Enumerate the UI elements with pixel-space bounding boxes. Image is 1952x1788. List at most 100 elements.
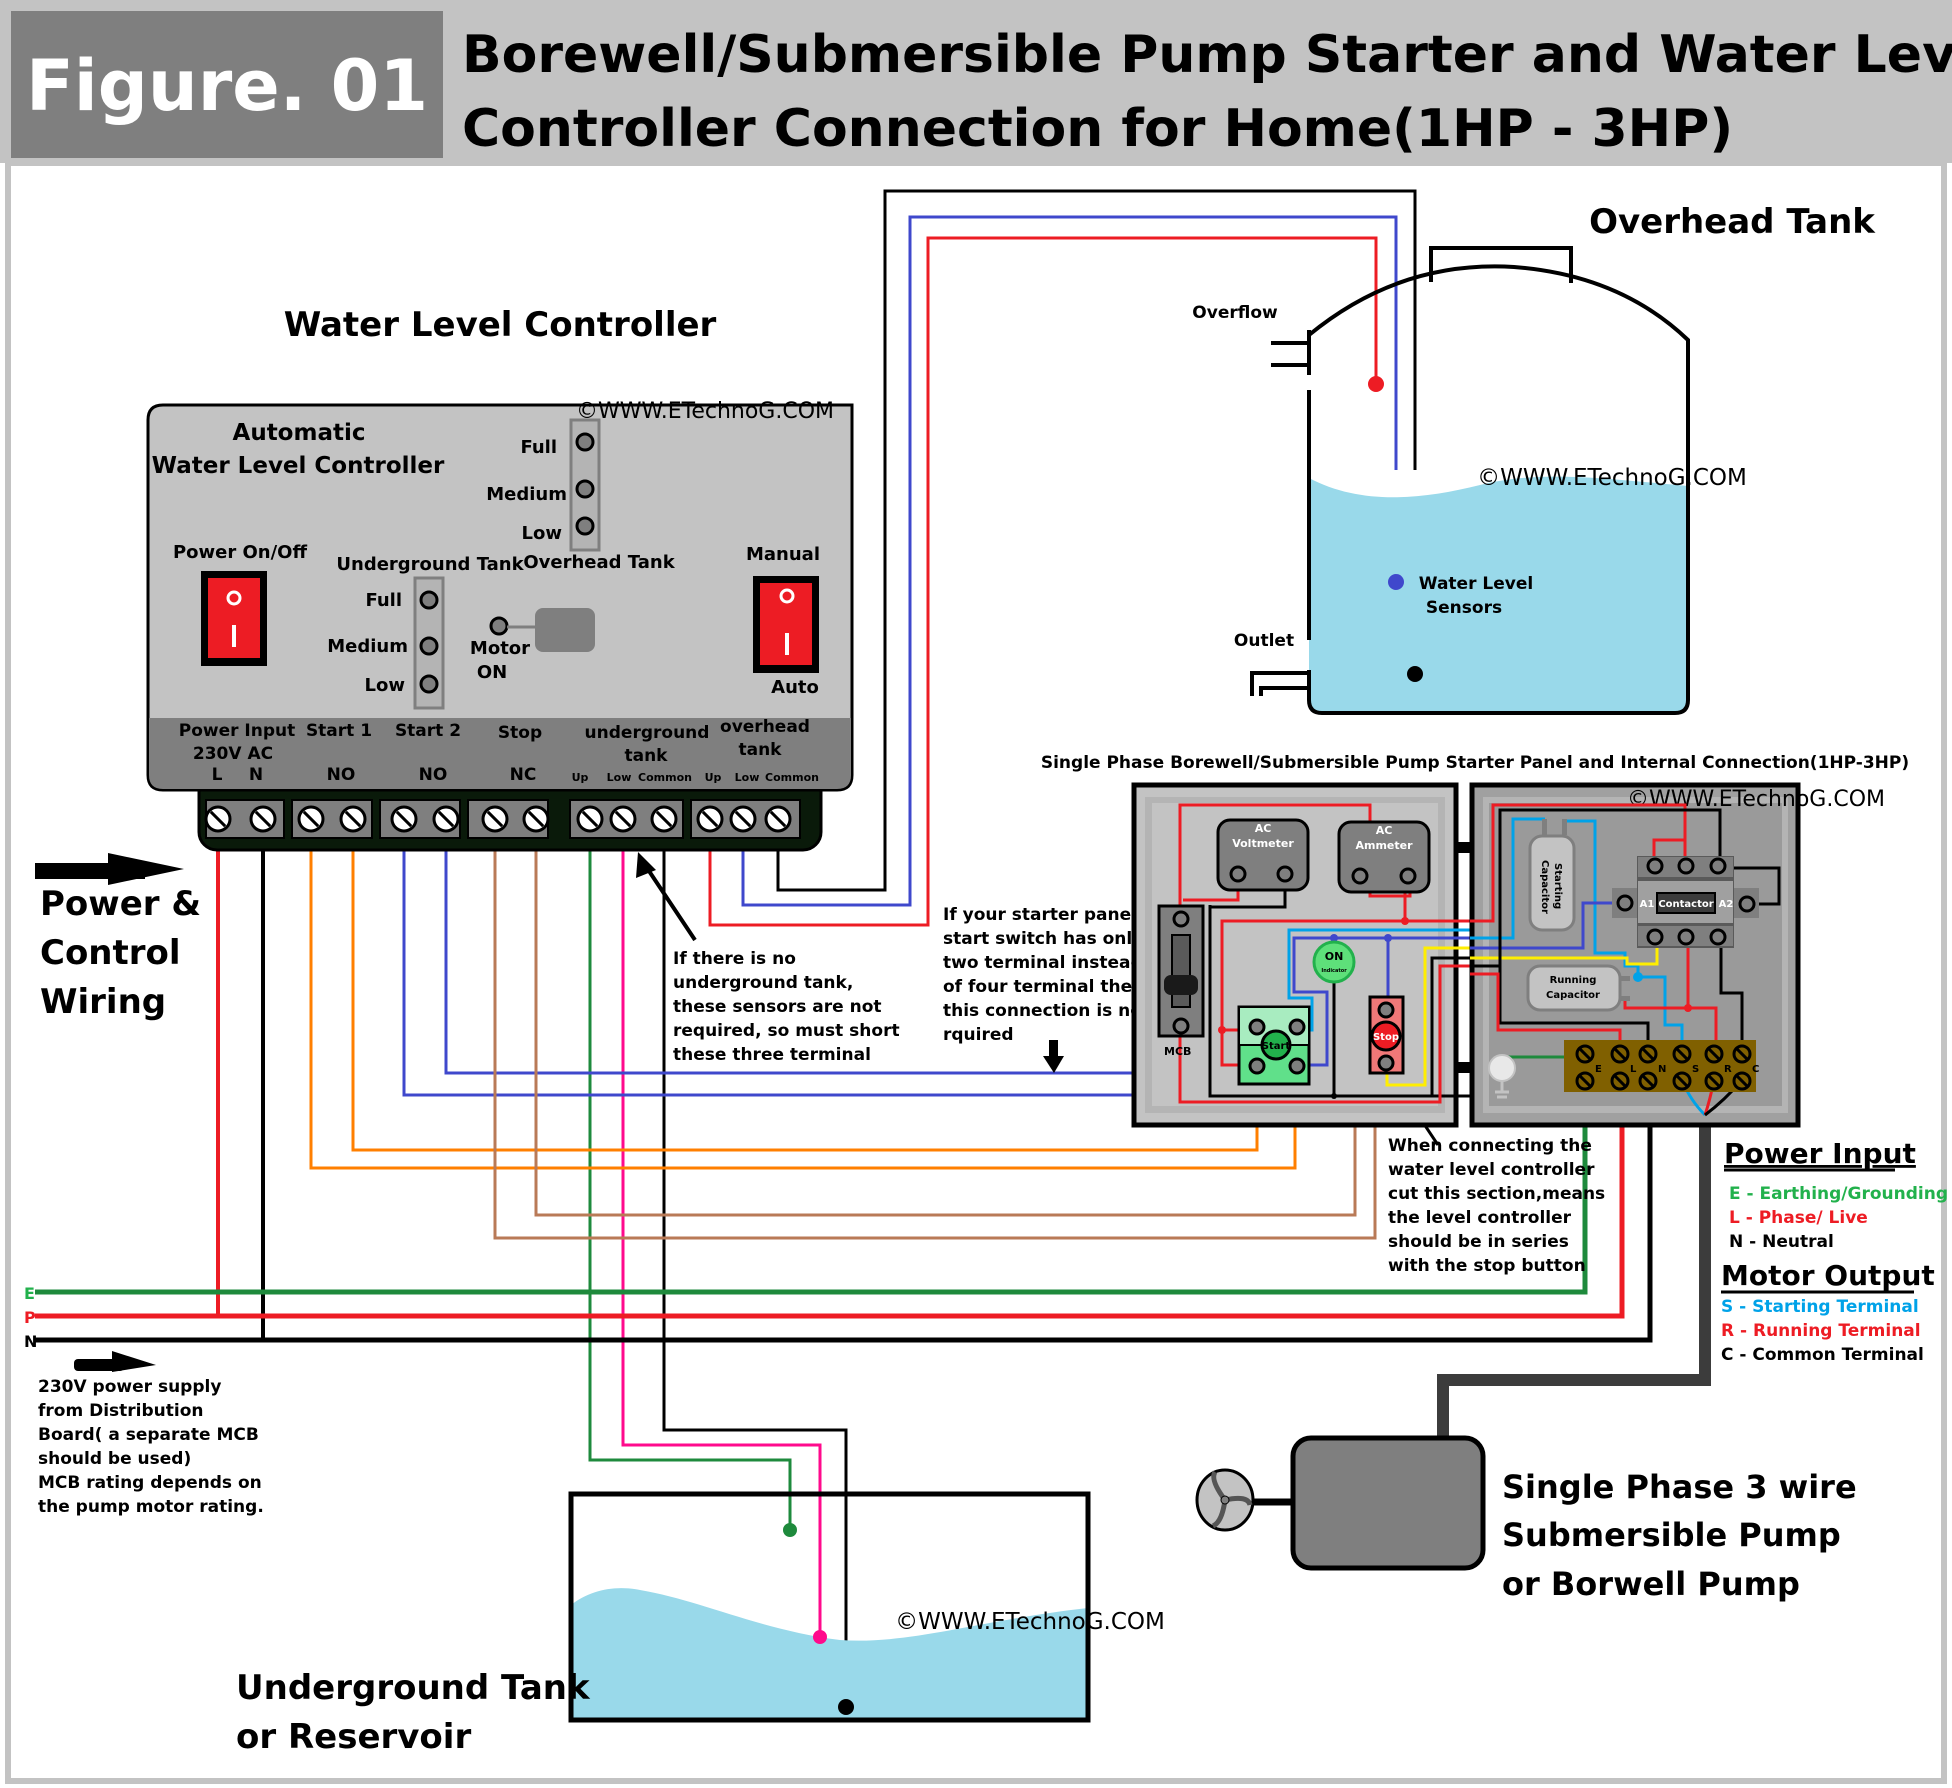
mode-switch-top-label: Manual xyxy=(746,544,820,565)
switch-on-icon xyxy=(232,625,236,647)
screw-icon xyxy=(1646,928,1664,946)
terminal-group-start1-label: Start 1 xyxy=(306,721,372,741)
running-capacitor: Running Capacitor xyxy=(1526,964,1630,1012)
screw-icon xyxy=(1229,865,1247,883)
ammeter-label-2: Ammeter xyxy=(1355,839,1413,852)
power-switch[interactable] xyxy=(201,571,267,666)
panel-terminal-label: L xyxy=(1630,1064,1637,1075)
ac-ammeter: AC Ammeter xyxy=(1337,820,1431,894)
terminal-oh-up-label: Up xyxy=(705,771,722,784)
supply-note: 230V power supply from Distribution Board(… xyxy=(38,1377,264,1517)
overhead-sensor-common xyxy=(1407,666,1423,682)
header: Figure. 01 Borewell/Submersible Pump Sta… xyxy=(0,0,1952,163)
overhead-medium-led xyxy=(575,479,595,499)
terminal-group-underground-label: underground xyxy=(585,723,710,743)
underground-full-led xyxy=(419,590,439,610)
note-ug-line: these sensors are not xyxy=(673,997,882,1017)
legend-motor-item: R - Running Terminal xyxy=(1721,1321,1921,1341)
underground-tank-label-2: or Reservoir xyxy=(236,1717,471,1757)
underground-low-label: Low xyxy=(365,675,405,696)
note-cut-line: should be in series xyxy=(1388,1232,1569,1252)
supply-label-p: P xyxy=(24,1308,36,1327)
screw-terminal-icon xyxy=(1638,1071,1658,1091)
sensor-label-2: Sensors xyxy=(1426,598,1502,618)
starting-capacitor-label-1: Starting xyxy=(1552,863,1563,909)
underground-sensor-up xyxy=(783,1523,797,1537)
underground-tank: ©WWW.ETechnoG.COM Underground Tank or Re… xyxy=(236,1491,1165,1757)
power-control-label-1: Power & xyxy=(40,884,201,924)
screw-terminal-icon xyxy=(764,805,792,833)
overhead-watermark: ©WWW.ETechnoG.COM xyxy=(1477,465,1747,491)
contactor-label: Contactor xyxy=(1658,899,1713,910)
note-ug-line: these three terminal xyxy=(673,1045,871,1065)
starter-panel-title: Single Phase Borewell/Submersible Pump S… xyxy=(1041,753,1909,773)
note-no-underground-tank: If there is no underground tank, these sen… xyxy=(673,949,900,1065)
switch-on-icon xyxy=(785,633,789,655)
outlet-label: Outlet xyxy=(1234,631,1294,651)
underground-low-led xyxy=(419,674,439,694)
power-switch-label: Power On/Off xyxy=(173,542,308,563)
supply-note-line: should be used) xyxy=(38,1449,191,1469)
screw-terminal-icon xyxy=(1638,1044,1658,1064)
stop-button[interactable]: Stop xyxy=(1368,995,1405,1075)
terminal-group-power-sublabel: 230V AC xyxy=(193,744,273,764)
terminal-ug-common-label: Common xyxy=(638,771,692,784)
figure-label: Figure. 01 xyxy=(26,45,428,127)
screw-icon xyxy=(1172,910,1190,928)
starting-capacitor: Starting Capacitor xyxy=(1528,819,1576,932)
legend-motor-output-title: Motor Output xyxy=(1721,1259,1935,1292)
note-ug-line: underground tank, xyxy=(673,973,853,993)
legend-power-input-title: Power Input xyxy=(1724,1137,1916,1170)
motor-on-label-1: Motor xyxy=(470,638,530,659)
manual-auto-switch[interactable] xyxy=(753,576,819,673)
terminal-ug-up-label: Up xyxy=(572,771,589,784)
screw-terminal-icon xyxy=(297,805,325,833)
terminal-oh-low-label: Low xyxy=(735,771,760,784)
terminal-start1-no-label: NO xyxy=(327,765,356,785)
screw-terminal-icon xyxy=(432,805,460,833)
starting-capacitor-label-2: Capacitor xyxy=(1539,860,1550,914)
device-title-1: Automatic xyxy=(233,420,366,446)
controller-watermark: ©WWW.ETechnoG.COM xyxy=(576,399,834,424)
screw-terminal-icon xyxy=(696,805,724,833)
underground-full-label: Full xyxy=(365,590,402,611)
screw-terminal-icon xyxy=(1575,1044,1595,1064)
start-button[interactable]: Start xyxy=(1237,1005,1311,1086)
screw-icon xyxy=(1288,1018,1306,1036)
mcb-toggle[interactable] xyxy=(1164,975,1198,995)
note-two-terminal-arrow-icon xyxy=(1043,1040,1064,1073)
terminal-group-power-label: Power Input xyxy=(179,721,296,741)
underground-tank-label: Underground Tank xyxy=(336,554,524,575)
mcb[interactable] xyxy=(1157,904,1205,1038)
stop-label: Stop xyxy=(1373,1032,1399,1043)
note-2t-line: rquired xyxy=(943,1025,1014,1045)
terminal-group-underground-sublabel: tank xyxy=(624,746,668,766)
on-indicator-label-1: ON xyxy=(1325,950,1344,963)
motor-on-led xyxy=(489,616,509,636)
screw-icon xyxy=(1738,895,1756,913)
legend-motor-item: C - Common Terminal xyxy=(1721,1345,1924,1365)
voltmeter-label-2: Voltmeter xyxy=(1232,837,1294,850)
screw-icon xyxy=(1646,857,1664,875)
screw-icon xyxy=(1248,1018,1266,1036)
note-ug-line: required, so must short xyxy=(673,1021,900,1041)
supply-label-n: N xyxy=(24,1332,37,1351)
starter-panel-left: AC Voltmeter AC Ammeter MCB ON Indicator xyxy=(1131,782,1470,1128)
overhead-medium-label: Medium xyxy=(486,484,567,505)
terminal-l-label: L xyxy=(212,765,223,785)
mode-switch-bottom-label: Auto xyxy=(771,677,819,698)
panel-terminal-label: C xyxy=(1752,1064,1759,1075)
supply-note-line: 230V power supply xyxy=(38,1377,221,1397)
start-label: Start xyxy=(1262,1041,1291,1052)
screw-terminal-icon xyxy=(204,805,232,833)
screw-icon xyxy=(1172,1017,1190,1035)
device-title-2: Water Level Controller xyxy=(152,453,445,479)
legend-power-item: L - Phase/ Live xyxy=(1729,1208,1868,1228)
legend-power-item: N - Neutral xyxy=(1729,1232,1834,1252)
starter-panel-right: ©WWW.ETechnoG.COM Starting Capacitor Run… xyxy=(1469,782,1885,1128)
screw-icon xyxy=(1709,928,1727,946)
note-cut-line: cut this section,means xyxy=(1388,1184,1605,1204)
supply-note-line: MCB rating depends on xyxy=(38,1473,262,1493)
screw-icon xyxy=(1377,1054,1395,1072)
screw-terminal-icon xyxy=(1732,1071,1752,1091)
